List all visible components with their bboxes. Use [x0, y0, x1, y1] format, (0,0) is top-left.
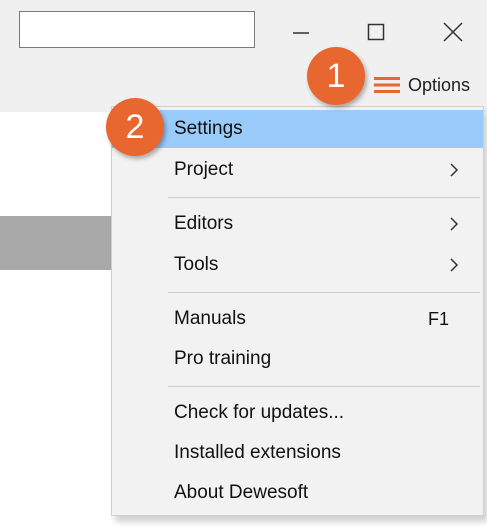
menu-item-label: Project: [174, 159, 234, 180]
menu-item-pro-training[interactable]: Pro training: [112, 340, 483, 378]
menu-item-label: Editors: [174, 213, 234, 234]
menu-item-label: Check for updates...: [174, 402, 345, 423]
app-window: Options Settings Project Editors Tools M…: [0, 0, 487, 532]
search-input[interactable]: [19, 11, 255, 48]
close-button[interactable]: [433, 12, 473, 52]
chevron-right-icon: [447, 258, 461, 272]
menu-item-label: Installed extensions: [174, 442, 341, 463]
options-button[interactable]: Options: [374, 70, 470, 100]
minimize-button[interactable]: [281, 12, 321, 52]
step-badge-1: 1: [307, 47, 365, 105]
chevron-right-icon: [447, 163, 461, 177]
maximize-button[interactable]: [356, 12, 396, 52]
menu-separator: [168, 197, 480, 198]
menu-item-label: About Dewesoft: [174, 482, 309, 503]
close-icon: [443, 22, 463, 42]
background-panel: [0, 216, 111, 270]
maximize-icon: [367, 23, 385, 41]
menu-item-project[interactable]: Project: [112, 151, 483, 189]
chevron-right-icon: [447, 217, 461, 231]
options-label: Options: [408, 74, 471, 95]
menu-item-label: Pro training: [174, 348, 272, 369]
menu-item-tools[interactable]: Tools: [112, 246, 483, 284]
menu-item-settings[interactable]: Settings: [112, 110, 483, 148]
title-bar: Options: [0, 0, 487, 112]
menu-separator: [168, 292, 480, 293]
menu-item-label: Manuals: [174, 308, 246, 329]
menu-item-label: Tools: [174, 254, 219, 275]
menu-item-manuals[interactable]: Manuals F1: [112, 300, 483, 338]
minimize-icon: [293, 32, 309, 34]
menu-item-editors[interactable]: Editors: [112, 205, 483, 243]
menu-item-label: Settings: [174, 118, 243, 139]
hamburger-icon: [374, 77, 400, 93]
menu-item-installed-extensions[interactable]: Installed extensions: [112, 434, 483, 472]
menu-separator: [168, 386, 480, 387]
options-menu: Settings Project Editors Tools Manuals F…: [111, 106, 484, 516]
menu-item-check-for-updates[interactable]: Check for updates...: [112, 394, 483, 432]
shortcut-label: F1: [427, 308, 449, 329]
menu-item-about[interactable]: About Dewesoft: [112, 474, 483, 512]
step-badge-2: 2: [106, 98, 164, 156]
